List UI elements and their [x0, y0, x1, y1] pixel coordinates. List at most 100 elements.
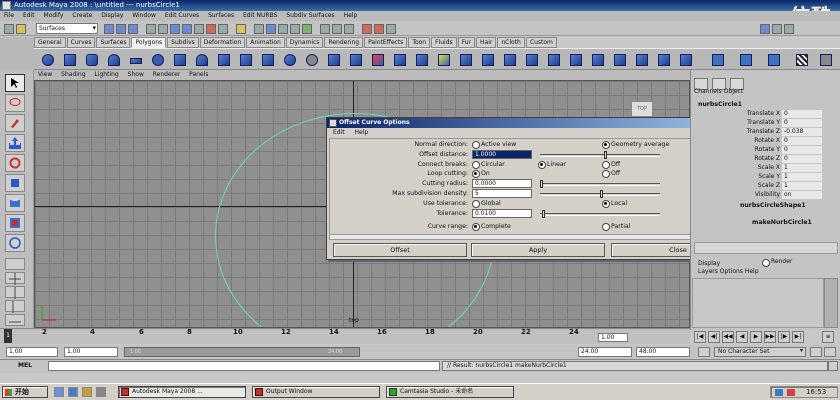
poly-normals-icon[interactable]	[678, 52, 694, 68]
shelf-tab-polygons[interactable]: Polygons	[131, 37, 167, 48]
poly-split-icon[interactable]	[436, 52, 452, 68]
task-output-window[interactable]: Output Window	[252, 386, 380, 398]
play-backwards-icon[interactable]: ◀	[736, 331, 748, 343]
selected-object-name[interactable]: nurbsCircle1	[698, 101, 742, 108]
layer-scrollbar[interactable]	[824, 278, 838, 328]
poly-reduce-icon[interactable]	[612, 52, 628, 68]
poly-mirror-icon[interactable]	[348, 52, 364, 68]
tolerance-thumb[interactable]	[542, 210, 545, 218]
offset-distance-slider[interactable]	[540, 151, 660, 159]
show-manipulator-tool[interactable]	[5, 234, 25, 252]
animation-end-field[interactable]: 48.00	[636, 347, 690, 357]
channel-value[interactable]: 0	[782, 146, 822, 154]
universal-manipulator-tool[interactable]	[5, 194, 25, 212]
layer-editor-menu[interactable]: Layers Options Help	[698, 268, 759, 275]
poly-offset-loop-icon[interactable]	[480, 52, 496, 68]
layout-two-icon[interactable]	[5, 286, 25, 299]
menu-modify[interactable]: Modify	[44, 12, 64, 19]
channel-row[interactable]: Rotate X0	[692, 137, 824, 145]
layout-graph-icon[interactable]	[5, 314, 25, 326]
channel-row[interactable]: Scale Y1	[692, 173, 824, 181]
shelf-tab-toon[interactable]: Toon	[408, 37, 431, 48]
range-slider-track[interactable]	[124, 347, 360, 357]
menu-window[interactable]: Window	[132, 12, 156, 19]
render-settings-icon[interactable]	[386, 24, 396, 34]
channel-row[interactable]: Visibility on	[692, 191, 824, 199]
make-live-icon[interactable]	[302, 24, 312, 34]
channel-row[interactable]: Rotate Y0	[692, 146, 824, 154]
inputs-icon[interactable]	[332, 24, 342, 34]
poly-fill-hole-icon[interactable]	[590, 52, 606, 68]
shelf-tab-deformation[interactable]: Deformation	[199, 37, 246, 48]
poly-append-icon[interactable]	[414, 52, 430, 68]
menu-edit-curves[interactable]: Edit Curves	[165, 12, 199, 19]
menu-surfaces[interactable]: Surfaces	[208, 12, 234, 19]
channel-row[interactable]: Translate Z -0.038	[692, 128, 824, 136]
poly-insert-loop-icon[interactable]	[458, 52, 474, 68]
lock-selection-icon[interactable]	[236, 24, 246, 34]
snap-point-icon[interactable]	[278, 24, 288, 34]
select-object-icon[interactable]	[116, 24, 126, 34]
tolerance-field[interactable]: 0.0100	[472, 209, 532, 218]
show-channel-box-icon[interactable]	[784, 24, 794, 34]
poly-torus-icon[interactable]	[150, 52, 166, 68]
poly-collapse-icon[interactable]	[568, 52, 584, 68]
playback-start-field[interactable]: 1.00	[64, 347, 118, 357]
menu-display[interactable]: Display	[101, 12, 123, 19]
start-button[interactable]: 开始	[2, 386, 48, 398]
snap-curve-icon[interactable]	[266, 24, 276, 34]
snap-view-plane-icon[interactable]	[290, 24, 300, 34]
render-current-frame-icon[interactable]	[362, 24, 372, 34]
dialog-menu-help[interactable]: Help	[355, 129, 369, 136]
ipr-render-icon[interactable]	[374, 24, 384, 34]
poly-bevel-icon[interactable]	[524, 52, 540, 68]
offset-distance-thumb[interactable]	[604, 151, 607, 159]
shape-node-header[interactable]: nurbsCircleShape1	[740, 202, 806, 209]
show-attribute-editor-icon[interactable]	[760, 24, 770, 34]
auto-key-icon[interactable]	[698, 347, 710, 357]
normal-geometry-average-radio[interactable]: Geometry average	[602, 140, 669, 149]
internet-explorer-icon[interactable]	[68, 387, 78, 397]
go-to-end-icon[interactable]: ▶|	[792, 331, 804, 343]
poly-pipe-icon[interactable]	[216, 52, 232, 68]
shelf-tab-surfaces[interactable]: Surfaces	[96, 37, 131, 48]
poly-bridge-icon[interactable]	[392, 52, 408, 68]
shelf-tab-fluids[interactable]: Fluids	[431, 37, 457, 48]
poly-combine-icon[interactable]	[260, 52, 276, 68]
inputs-node-header[interactable]: makeNurbCircle1	[752, 219, 812, 226]
network-icon[interactable]	[775, 389, 783, 396]
pick-surface-icon[interactable]	[182, 24, 192, 34]
animation-start-field[interactable]: 1.00	[6, 347, 58, 357]
poly-merge-icon[interactable]	[546, 52, 562, 68]
dialog-menu-edit[interactable]: Edit	[333, 129, 345, 136]
view-cube[interactable]: TOP	[631, 101, 653, 117]
poly-separate-icon[interactable]	[282, 52, 298, 68]
task-maya[interactable]: Autodesk Maya 2008 ...	[118, 386, 246, 398]
menu-edit[interactable]: Edit	[23, 12, 35, 19]
menu-edit-nurbs[interactable]: Edit NURBS	[243, 12, 277, 19]
tolerance-local-radio[interactable]: Local	[602, 199, 627, 208]
snap-grid-icon[interactable]	[254, 24, 264, 34]
offset-distance-field[interactable]: 1.0000	[472, 150, 532, 159]
panel-menu-shading[interactable]: Shading	[61, 71, 85, 78]
breaks-off-radio[interactable]: Off	[602, 160, 620, 169]
tolerance-global-radio[interactable]: Global	[472, 199, 501, 208]
select-tool[interactable]	[5, 74, 25, 92]
pick-rendering-icon[interactable]	[218, 24, 228, 34]
channel-row[interactable]: Scale X1	[692, 164, 824, 172]
shelf-tab-fur[interactable]: Fur	[457, 37, 476, 48]
poly-cone-icon[interactable]	[106, 52, 122, 68]
menu-create[interactable]: Create	[72, 12, 92, 19]
layer-render-radio[interactable]: Render	[762, 258, 792, 267]
shelf-tab-animation[interactable]: Animation	[246, 37, 285, 48]
poly-sphere-icon[interactable]	[40, 52, 56, 68]
layer-display-tab[interactable]: Display	[698, 260, 720, 267]
playback-end-field[interactable]: 24.00	[578, 347, 632, 357]
layout-outliner-icon[interactable]	[5, 300, 25, 313]
dialog-horizontal-scrollbar[interactable]	[329, 234, 741, 240]
lasso-tool[interactable]	[5, 94, 25, 112]
menu-subdiv-surfaces[interactable]: Subdiv Surfaces	[286, 12, 334, 19]
pick-handle-icon[interactable]	[146, 24, 156, 34]
normal-active-view-radio[interactable]: Active view	[472, 140, 516, 149]
uv-planar-icon[interactable]	[710, 52, 726, 68]
